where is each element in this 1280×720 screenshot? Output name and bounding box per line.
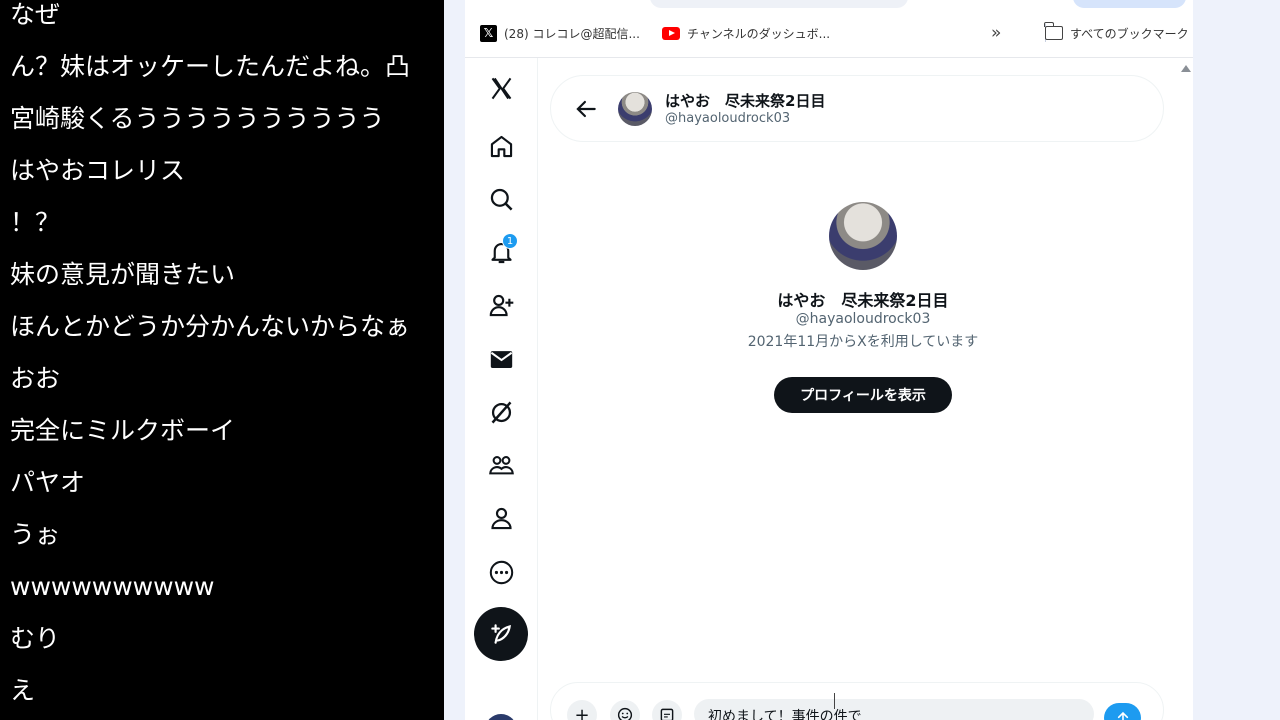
comment-text: なぜ [10, 0, 61, 29]
more-icon [489, 560, 513, 584]
conversation-handle: @hayaoloudrock03 [665, 111, 791, 126]
comment-text: はやおコレリス [10, 156, 186, 185]
add-attachment-button[interactable]: + [567, 700, 597, 720]
search-icon [490, 188, 513, 211]
profile-summary: はやお 尽未来祭2日目 @hayaoloudrock03 2021年11月からX… [550, 198, 1178, 418]
post-button[interactable] [474, 607, 528, 661]
x-logo-icon [491, 77, 511, 99]
all-bookmarks-button[interactable]: すべてのブックマーク [1044, 22, 1189, 44]
message-input[interactable]: 初めまして！事件の件で [694, 699, 1094, 720]
user-icon [490, 507, 512, 529]
back-arrow-icon[interactable] [573, 96, 599, 122]
avatar[interactable] [618, 92, 652, 126]
x-messages-page: 1 はやお 尽未来祭2日目 @hayaoloudrock03 はやお 尽未来祭2… [465, 57, 1193, 720]
envelope-icon [490, 350, 512, 368]
browser-window: 𝕏 (28) コレコレ@超配信... チャンネルのダッシュボ... » すべての… [444, 0, 1280, 720]
comment-text: パヤオ [10, 468, 86, 497]
comment-text: おお [10, 364, 61, 393]
nav-more[interactable] [479, 550, 523, 594]
comment-text: ！？ [10, 208, 61, 237]
nav-x-logo[interactable] [479, 66, 523, 110]
side-navigation: 1 [465, 58, 538, 720]
bookmarks-overflow-button[interactable]: » [991, 22, 1001, 44]
nav-follow[interactable] [479, 283, 523, 327]
bookmark-item-x[interactable]: 𝕏 (28) コレコレ@超配信... [480, 22, 640, 44]
comment-text: ほんとかどうか分かんないからなぁ [10, 312, 411, 341]
conversation-name: はやお 尽未来祭2日目 [665, 92, 826, 110]
profile-name: はやお 尽未来祭2日目 [777, 291, 949, 310]
grok-icon [491, 401, 511, 423]
gif-icon [660, 708, 674, 720]
bookmark-label: (28) コレコレ@超配信... [504, 26, 640, 41]
scrollbar[interactable] [1179, 58, 1193, 720]
home-icon [490, 135, 512, 157]
scroll-up-arrow-icon[interactable] [1181, 65, 1191, 72]
nav-grok[interactable] [479, 390, 523, 434]
nav-messages[interactable] [479, 337, 523, 381]
address-bar[interactable] [650, 0, 908, 8]
send-button[interactable] [1104, 703, 1141, 720]
comment-text: むり [10, 624, 61, 653]
text-cursor-icon [834, 693, 836, 709]
comment-text: ん？妹はオッケーしたんだよね。凸 [10, 52, 411, 81]
comment-text: うぉ [10, 520, 61, 549]
bookmarks-bar: 𝕏 (28) コレコレ@超配信... チャンネルのダッシュボ... » すべての… [465, 0, 1193, 57]
account-avatar[interactable] [485, 714, 517, 720]
view-profile-button[interactable]: プロフィールを表示 [774, 377, 952, 413]
conversation-header: はやお 尽未来祭2日目 @hayaoloudrock03 [550, 75, 1164, 142]
compose-feather-icon [491, 624, 511, 644]
comment-text: 妹の意見が聞きたい [10, 260, 236, 289]
youtube-icon [662, 26, 680, 40]
comment-stream: なぜ ん？妹はオッケーしたんだよね。凸 宮崎駿くるうううううううううう はやおコ… [0, 0, 444, 720]
add-user-icon [489, 294, 513, 316]
message-composer: + 初めまして！事件の件で [550, 682, 1164, 720]
nav-profile[interactable] [479, 496, 523, 540]
folder-icon [1044, 22, 1063, 40]
bookmark-item-youtube[interactable]: チャンネルのダッシュボ... [662, 22, 830, 44]
nav-communities[interactable] [479, 443, 523, 487]
all-bookmarks-label: すべてのブックマーク [1070, 26, 1189, 41]
bookmark-label: チャンネルのダッシュボ... [687, 26, 831, 41]
comment-text: 宮崎駿くるうううううううううう [10, 104, 385, 133]
emoji-icon [617, 707, 633, 720]
profile-avatar[interactable] [829, 202, 897, 270]
x-logo-icon: 𝕏 [480, 24, 497, 42]
gif-button[interactable] [652, 700, 682, 720]
comment-text: え [10, 676, 36, 705]
emoji-button[interactable] [610, 700, 640, 720]
profile-button[interactable] [1073, 0, 1186, 8]
comment-text: 完全にミルクボーイ [10, 416, 236, 445]
nav-home[interactable] [479, 124, 523, 168]
profile-handle: @hayaoloudrock03 [795, 311, 931, 327]
notification-badge: 1 [502, 233, 518, 249]
comment-text: wwwwwwwwww [10, 572, 215, 601]
send-arrow-icon [1117, 711, 1128, 720]
profile-joined-date: 2021年11月からXを利用しています [747, 334, 979, 350]
nav-explore[interactable] [479, 177, 523, 221]
nav-notifications[interactable]: 1 [479, 230, 523, 274]
communities-icon [488, 455, 514, 474]
